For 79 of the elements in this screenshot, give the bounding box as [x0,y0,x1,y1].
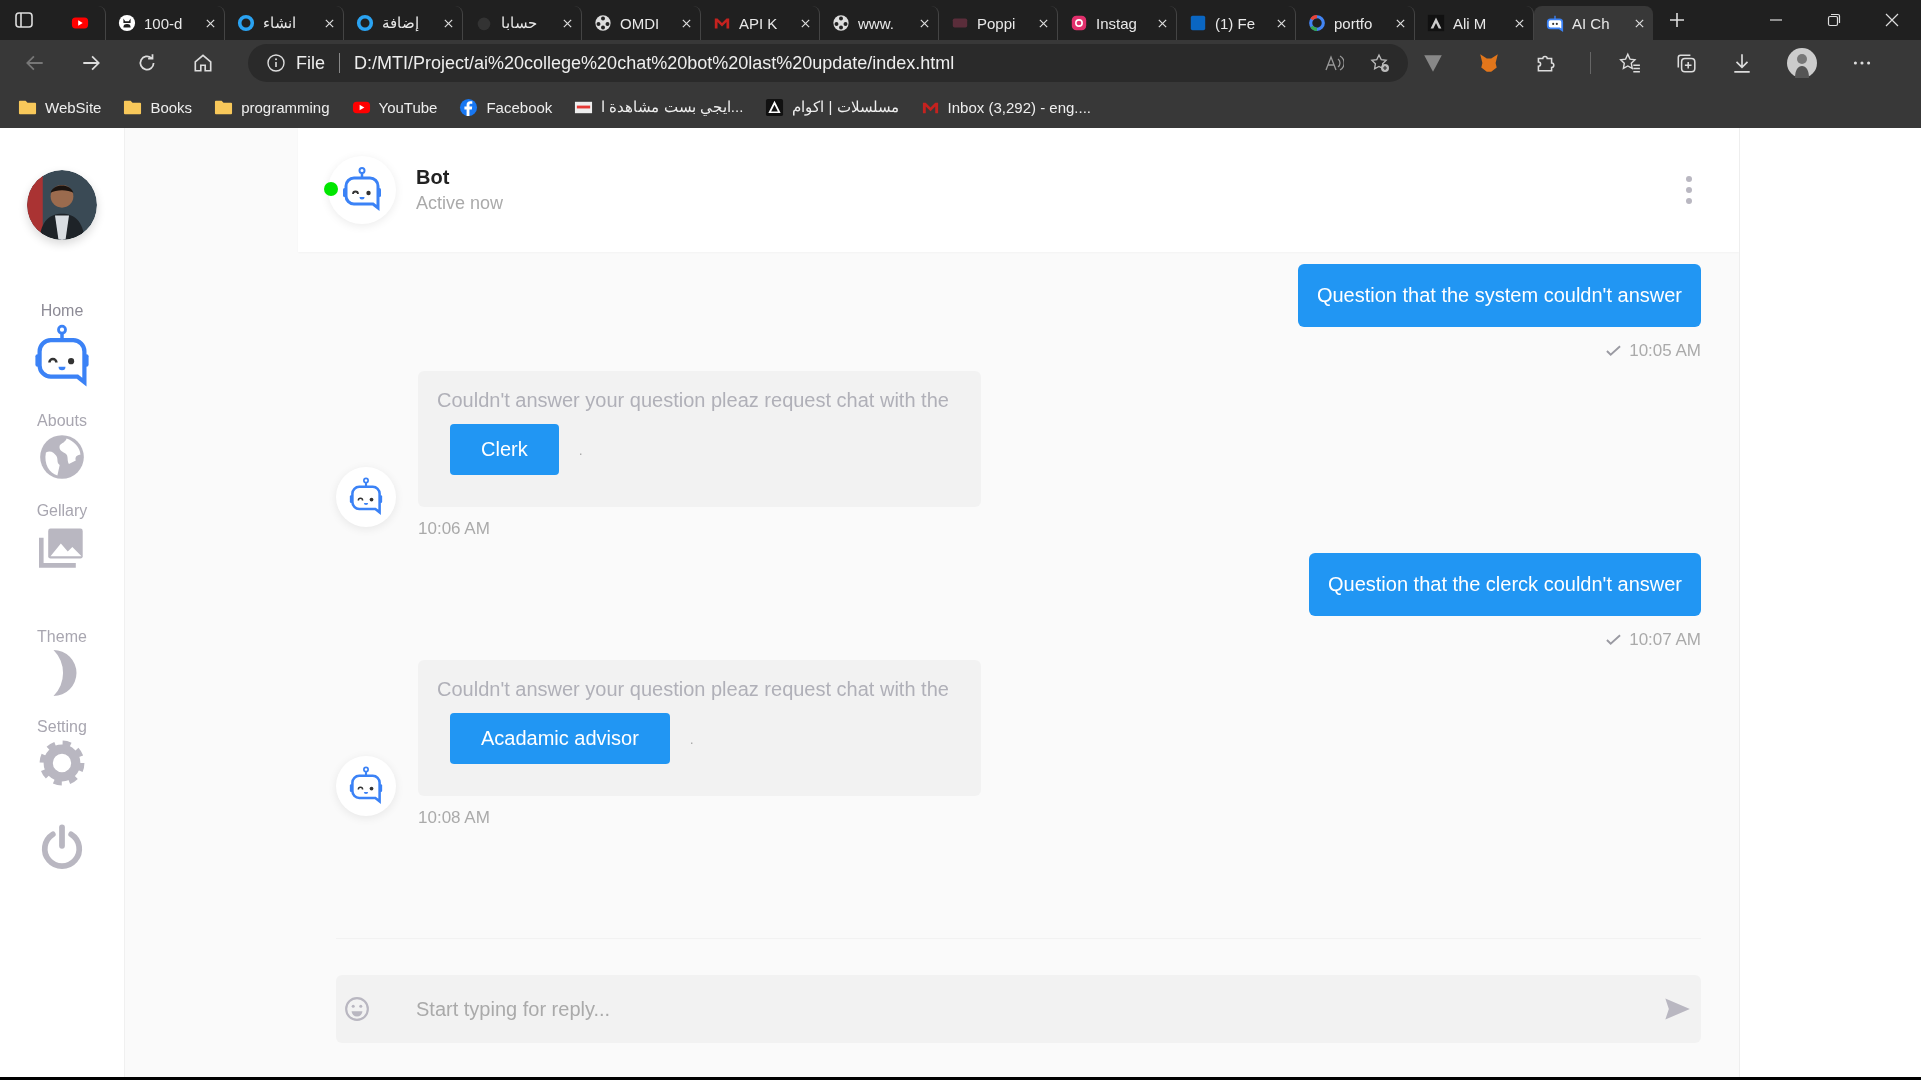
ring-icon [1308,14,1326,32]
tab-title: إضافة [382,14,420,32]
tab-title: Ali M [1453,14,1488,32]
message-text: . [689,730,694,747]
bookmark[interactable]: Books [123,97,193,117]
fox-icon[interactable] [1478,52,1501,74]
square-icon [1189,14,1207,32]
tab-title: www. [858,14,895,32]
moon-icon [52,650,78,696]
message-input[interactable]: Start typing for reply... [414,996,1663,1022]
tab-title: انشاء [263,14,297,32]
tab-title: Poppi [977,14,1017,32]
message-text: Couldn't answer your question pleaz request chat with the [437,389,950,412]
bookmark[interactable]: YouTube [351,97,438,117]
collections-icon[interactable] [1675,52,1697,74]
message-text: Couldn't answer your question pleaz request chat with the [437,678,950,701]
message-bubble: Question that the clerck couldn't answer [1309,553,1701,616]
circle-icon [459,97,479,117]
tab-title: AI Ch [1572,14,1611,32]
gear-icon [39,740,85,786]
bookmark[interactable]: programming [214,97,330,117]
close-icon[interactable] [205,17,216,29]
robot-icon [349,766,383,806]
bookmark[interactable]: Facebook [459,97,553,117]
reel-icon [832,14,850,32]
robot-icon [34,324,90,390]
close-icon[interactable] [800,17,811,29]
robot-icon [342,167,382,213]
close-icon[interactable] [1634,17,1645,29]
close-icon[interactable] [562,17,573,29]
robot-icon [1546,14,1564,32]
close-icon[interactable] [324,17,335,29]
bookmark[interactable]: مسلسلات | اكوام [765,97,899,117]
site-scheme: File [296,52,325,74]
star-plus-icon[interactable] [1370,53,1391,73]
tab-actions-icon[interactable] [14,10,34,30]
ring-icon [356,14,374,32]
message-time: 10:07 AM [1629,630,1701,650]
bookmark[interactable]: Inbox (3,292) - eng.... [920,97,1091,117]
new-tab-icon[interactable] [1667,10,1687,30]
reel-icon [594,14,612,32]
close-icon[interactable] [919,17,930,29]
message-field[interactable]: Start typing for reply... [336,975,1701,1043]
tab-title: 100-d [144,14,184,32]
robot-icon [349,477,383,517]
message-bubble: Question that the system couldn't answer [1297,264,1701,327]
address-bar[interactable]: File D:/MTI/Project/ai%20college%20chat%20bot%20last%20update/index.html [248,44,1409,82]
close-icon[interactable] [1038,17,1049,29]
globe-icon [39,434,85,480]
ring-icon [237,14,255,32]
message-time: 10:08 AM [418,808,491,828]
tab-title: حسابا [501,14,538,32]
message-text: . [578,441,583,458]
favorites-icon[interactable] [1619,52,1641,74]
message-time: 10:06 AM [418,519,491,539]
close-icon[interactable] [1157,17,1168,29]
browser-tab[interactable]: AI Ch [1534,6,1653,40]
close-icon[interactable] [1276,17,1287,29]
bookmark[interactable]: ايجي بست مشاهدة ا... [574,97,744,117]
tab-title: Instag [1096,14,1138,32]
close-icon[interactable] [1395,17,1406,29]
tab-title: OMDI [620,14,661,32]
tab-title: API K [739,14,779,32]
tab-title: (1) Fe [1215,14,1256,32]
bookmark[interactable]: WebSite [18,97,102,117]
close-icon[interactable] [1514,17,1525,29]
camera-icon [1070,14,1088,32]
home-icon[interactable] [192,52,214,74]
read-aloud-icon[interactable] [1324,53,1345,73]
triangle-icon [1427,14,1445,32]
contact-status: Active now [416,193,504,214]
download-icon[interactable] [1731,52,1753,74]
close-icon[interactable] [443,17,454,29]
url-text: D:/MTI/Project/ai%20college%20chat%20bot%20last%20update/index.html [354,52,955,74]
message-time: 10:05 AM [1629,341,1701,361]
contact-name: Bot [416,166,451,189]
close-icon[interactable] [681,17,692,29]
tab-title: portfo [1334,14,1374,32]
info-icon[interactable] [266,53,286,73]
